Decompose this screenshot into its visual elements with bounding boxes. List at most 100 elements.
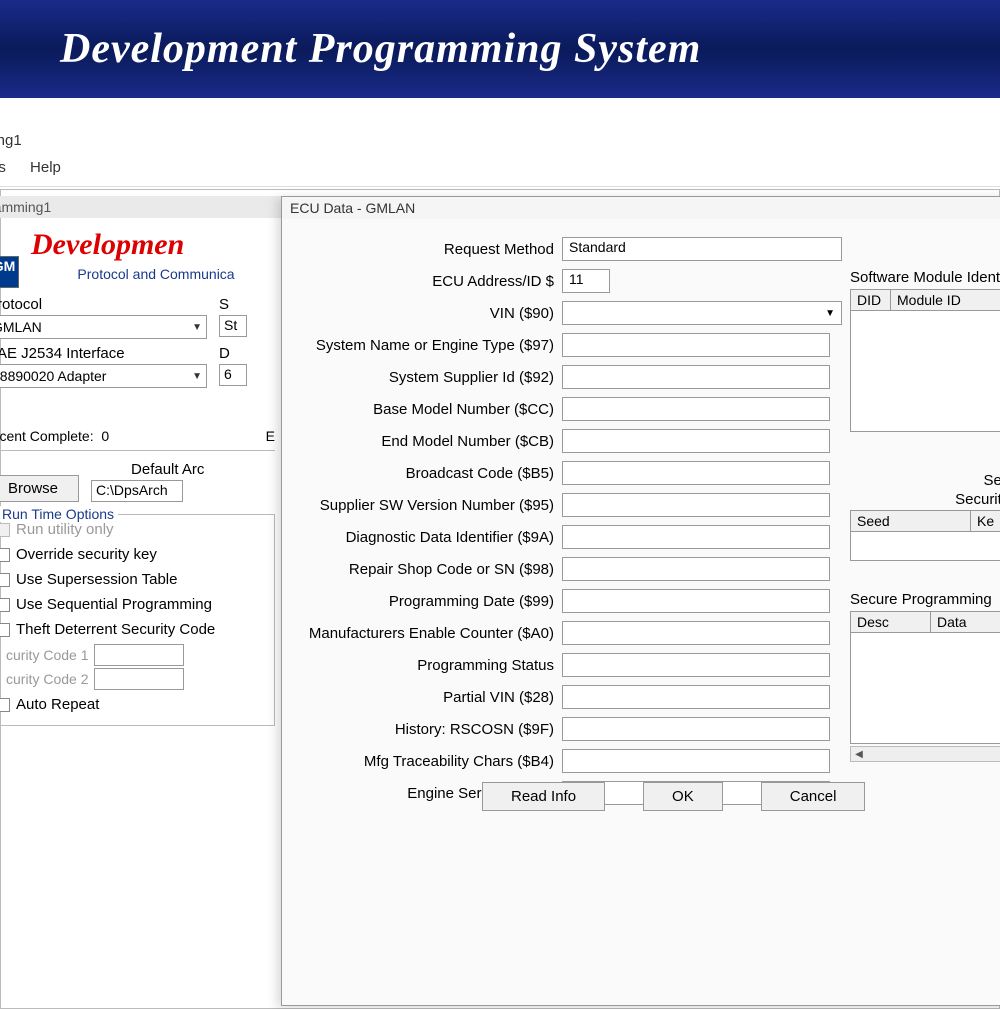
- field-label: ECU Address/ID $: [294, 273, 562, 290]
- side-panel: Software Module Identifie DID Module ID …: [850, 269, 1000, 782]
- spacer: [0, 98, 1000, 128]
- opt-theft-deterrent[interactable]: Theft Deterrent Security Code: [0, 617, 266, 642]
- field-label: VIN ($90): [294, 305, 562, 322]
- side-e-label: E: [266, 428, 275, 444]
- module-title: Software Module Identifie: [850, 269, 1000, 286]
- field-input[interactable]: [562, 589, 830, 613]
- archive-path-input[interactable]: C:\DpsArch: [91, 480, 183, 502]
- module-grid[interactable]: DID Module ID: [850, 289, 1000, 432]
- field-input[interactable]: [562, 429, 830, 453]
- field-label: History: RSCOSN ($9F): [294, 721, 562, 738]
- sub-heading: Protocol and Communica: [0, 262, 281, 296]
- menu-bar: ns Help: [0, 153, 1000, 187]
- opt-auto-repeat[interactable]: Auto Repeat: [0, 692, 266, 717]
- browse-button[interactable]: Browse: [0, 475, 79, 502]
- secure-prog-grid[interactable]: Desc Data: [850, 611, 1000, 744]
- side-d-label: D: [219, 345, 247, 362]
- form-row: Request MethodStandard: [294, 237, 1000, 261]
- field-label: Base Model Number ($CC): [294, 401, 562, 418]
- field-input[interactable]: [562, 653, 830, 677]
- checkbox-icon[interactable]: [0, 598, 10, 612]
- app-title: amming1: [0, 128, 1000, 153]
- checkbox-icon[interactable]: [0, 573, 10, 587]
- side-s-input[interactable]: St: [219, 315, 247, 337]
- ok-button[interactable]: OK: [643, 782, 723, 811]
- scroll-left-icon[interactable]: ◀: [851, 749, 867, 760]
- gm-logo-icon: [0, 256, 19, 288]
- default-arch-label: Default Arc: [91, 461, 204, 478]
- chevron-down-icon: ▼: [825, 308, 835, 319]
- vin-combo[interactable]: ▼: [562, 301, 842, 325]
- field-label: Mfg Traceability Chars ($B4): [294, 753, 562, 770]
- field-input[interactable]: [562, 397, 830, 421]
- ecu-data-dialog: ECU Data - GMLAN Request MethodStandardE…: [281, 196, 1000, 1006]
- field-label: Partial VIN ($28): [294, 689, 562, 706]
- cancel-button[interactable]: Cancel: [761, 782, 866, 811]
- opt-sequential[interactable]: Use Sequential Programming: [0, 592, 266, 617]
- field-label: Manufacturers Enable Counter ($A0): [294, 625, 562, 642]
- checkbox-icon[interactable]: [0, 548, 10, 562]
- checkbox-icon[interactable]: [0, 623, 10, 637]
- side-d-input[interactable]: 6: [219, 364, 247, 386]
- security-sub: Security Al: [850, 491, 1000, 508]
- sec-code1-label: curity Code 1: [6, 647, 88, 663]
- field-label: Request Method: [294, 241, 562, 258]
- field-input[interactable]: [562, 461, 830, 485]
- opt-override-security[interactable]: Override security key: [0, 542, 266, 567]
- field-input[interactable]: [562, 493, 830, 517]
- field-input[interactable]: Standard: [562, 237, 842, 261]
- field-label: Programming Status: [294, 657, 562, 674]
- security-col-key: Ke: [971, 511, 1000, 531]
- security-grid[interactable]: Seed Ke: [850, 510, 1000, 561]
- protocol-combo[interactable]: GMLAN ▼: [0, 315, 207, 339]
- protocol-value: GMLAN: [0, 319, 42, 335]
- sec-code1-input[interactable]: [94, 644, 184, 666]
- runtime-options-title: Run Time Options: [0, 506, 118, 522]
- field-input[interactable]: [562, 749, 830, 773]
- content-area: ramming1 Developmen Protocol and Communi…: [0, 189, 1000, 1009]
- checkbox-icon[interactable]: [0, 698, 10, 712]
- secure-col-desc: Desc: [851, 612, 931, 632]
- security-title: Securi: [850, 472, 1000, 489]
- dev-heading: Developmen: [0, 218, 281, 262]
- secure-prog-title: Secure Programming: [850, 591, 1000, 608]
- field-label: Broadcast Code ($B5): [294, 465, 562, 482]
- field-input[interactable]: [562, 685, 830, 709]
- field-input[interactable]: [562, 557, 830, 581]
- module-col-did: DID: [851, 290, 891, 310]
- bg-window-title: ramming1: [0, 196, 281, 218]
- chevron-down-icon: ▼: [192, 322, 202, 333]
- chevron-down-icon: ▼: [192, 371, 202, 382]
- menu-item-options[interactable]: ns: [0, 159, 6, 176]
- dialog-title: ECU Data - GMLAN: [282, 197, 1000, 219]
- read-info-button[interactable]: Read Info: [482, 782, 605, 811]
- banner-title: Development Programming System: [60, 25, 701, 73]
- runtime-options-group: Run Time Options Run utility only Overri…: [0, 514, 275, 726]
- interface-combo[interactable]: 88890020 Adapter ▼: [0, 364, 207, 388]
- field-input[interactable]: [562, 525, 830, 549]
- opt-supersession[interactable]: Use Supersession Table: [0, 567, 266, 592]
- field-input[interactable]: [562, 333, 830, 357]
- field-label: System Supplier Id ($92): [294, 369, 562, 386]
- interface-label: SAE J2534 Interface: [0, 345, 207, 362]
- percent-label: ercent Complete: 0: [0, 428, 109, 444]
- checkbox-icon: [0, 523, 10, 537]
- field-label: End Model Number ($CB): [294, 433, 562, 450]
- menu-item-help[interactable]: Help: [30, 159, 61, 176]
- field-label: Programming Date ($99): [294, 593, 562, 610]
- field-label: Supplier SW Version Number ($95): [294, 497, 562, 514]
- security-col-seed: Seed: [851, 511, 971, 531]
- field-input[interactable]: [562, 717, 830, 741]
- background-window: ramming1 Developmen Protocol and Communi…: [0, 196, 281, 736]
- sec-code2-input[interactable]: [94, 668, 184, 690]
- field-input[interactable]: [562, 621, 830, 645]
- banner: Development Programming System: [0, 0, 1000, 98]
- side-s-label: S: [219, 296, 247, 313]
- field-input[interactable]: [562, 365, 830, 389]
- horizontal-scrollbar[interactable]: ◀ ▶: [850, 746, 1000, 762]
- field-input[interactable]: 11: [562, 269, 610, 293]
- interface-value: 88890020 Adapter: [0, 368, 106, 384]
- module-col-id: Module ID: [891, 290, 1000, 310]
- field-label: Repair Shop Code or SN ($98): [294, 561, 562, 578]
- sec-code2-label: curity Code 2: [6, 671, 88, 687]
